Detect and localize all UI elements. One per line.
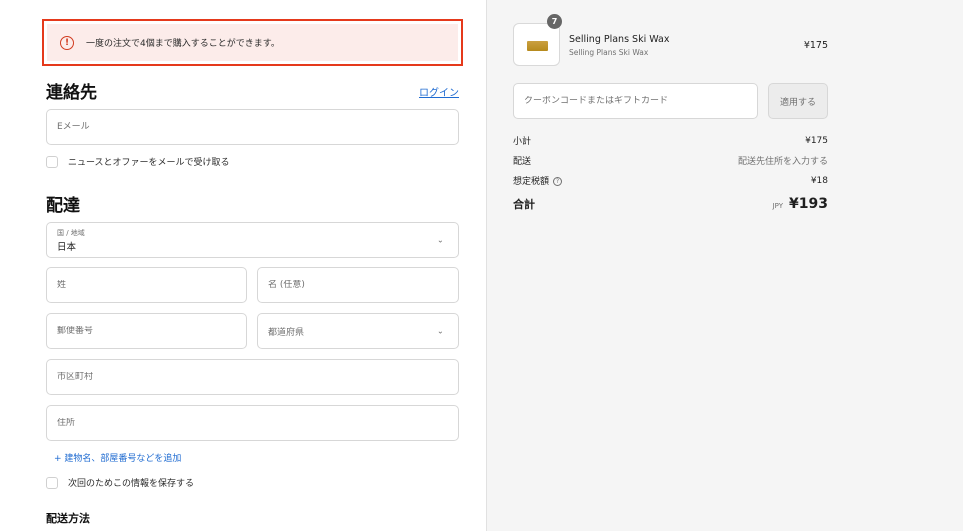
newsletter-label: ニュースとオファーをメールで受け取る — [68, 158, 230, 168]
login-link[interactable]: ログイン — [419, 84, 459, 99]
newsletter-checkbox-row[interactable]: ニュースとオファーをメールで受け取る — [46, 155, 230, 168]
country-select[interactable]: 国 / 地域 日本 ⌄ — [46, 222, 459, 258]
order-summary-panel: 7 Selling Plans Ski Wax Selling Plans Sk… — [486, 0, 963, 531]
apply-coupon-button[interactable]: 適用する — [768, 83, 828, 119]
product-thumbnail — [513, 23, 560, 66]
add-address-line-link[interactable]: + 建物名、部屋番号などを追加 — [54, 451, 181, 464]
subtotal-value: ¥175 — [805, 135, 828, 146]
save-info-label: 次回のためこの情報を保存する — [68, 479, 195, 489]
error-banner-inner: ! 一度の注文で4個まで購入することができます。 — [47, 24, 458, 61]
city-field[interactable] — [46, 359, 459, 395]
tax-label-wrap: 想定税額? — [513, 174, 563, 187]
ski-wax-image — [527, 41, 548, 51]
save-info-checkbox-row[interactable]: 次回のためこの情報を保存する — [46, 476, 194, 489]
country-value: 日本 — [57, 241, 77, 253]
error-message: 一度の注文で4個まで購入することができます。 — [86, 39, 280, 49]
email-input[interactable] — [57, 122, 458, 132]
prefecture-placeholder: 都道府県 — [268, 327, 305, 338]
last-name-field[interactable] — [46, 267, 247, 303]
coupon-input[interactable] — [524, 96, 757, 106]
last-name-input[interactable] — [57, 280, 246, 290]
coupon-field[interactable] — [513, 83, 758, 119]
email-field[interactable] — [46, 109, 459, 145]
save-info-checkbox[interactable] — [46, 476, 58, 489]
chevron-down-icon: ⌄ — [437, 235, 444, 245]
shipping-row: 配送 配送先住所を入力する — [513, 154, 828, 167]
subtotal-label: 小計 — [513, 137, 532, 147]
first-name-input[interactable] — [268, 280, 458, 290]
error-banner: ! 一度の注文で4個まで購入することができます。 — [42, 19, 463, 66]
tax-label: 想定税額 — [513, 177, 550, 187]
postal-code-field[interactable] — [46, 313, 247, 349]
delivery-title: 配達 — [46, 196, 80, 216]
total-label: 合計 — [513, 198, 535, 211]
alert-circle-icon: ! — [60, 35, 74, 50]
newsletter-checkbox[interactable] — [46, 155, 58, 168]
checkout-form-panel: ! 一度の注文で4個まで購入することができます。 連絡先 ログイン ニュースとオ… — [0, 0, 486, 531]
tax-row: 想定税額? ¥18 — [513, 174, 828, 188]
prefecture-select[interactable]: 都道府県 ⌄ — [257, 313, 459, 349]
total-amount-wrap: JPY ¥193 — [773, 196, 828, 212]
first-name-field[interactable] — [257, 267, 459, 303]
product-price: ¥175 — [803, 40, 828, 51]
postal-code-input[interactable] — [57, 326, 246, 336]
contact-title: 連絡先 — [46, 83, 97, 103]
city-input[interactable] — [57, 372, 458, 382]
subtotal-row: 小計 ¥175 — [513, 134, 828, 148]
product-variant: Selling Plans Ski Wax — [569, 48, 649, 57]
address-input[interactable] — [57, 418, 458, 428]
tax-value: ¥18 — [810, 175, 828, 186]
quantity-badge: 7 — [547, 14, 562, 29]
shipping-method-title: 配送方法 — [46, 512, 90, 525]
chevron-down-icon: ⌄ — [437, 326, 444, 336]
shipping-label: 配送 — [513, 157, 532, 167]
product-name: Selling Plans Ski Wax — [569, 34, 670, 45]
address-field[interactable] — [46, 405, 459, 441]
country-label: 国 / 地域 — [57, 228, 85, 237]
total-amount: ¥193 — [789, 196, 828, 212]
total-currency: JPY — [772, 202, 784, 210]
shipping-value: 配送先住所を入力する — [737, 157, 828, 167]
help-icon[interactable]: ? — [553, 177, 563, 186]
total-row: 合計 JPY ¥193 — [513, 196, 828, 212]
